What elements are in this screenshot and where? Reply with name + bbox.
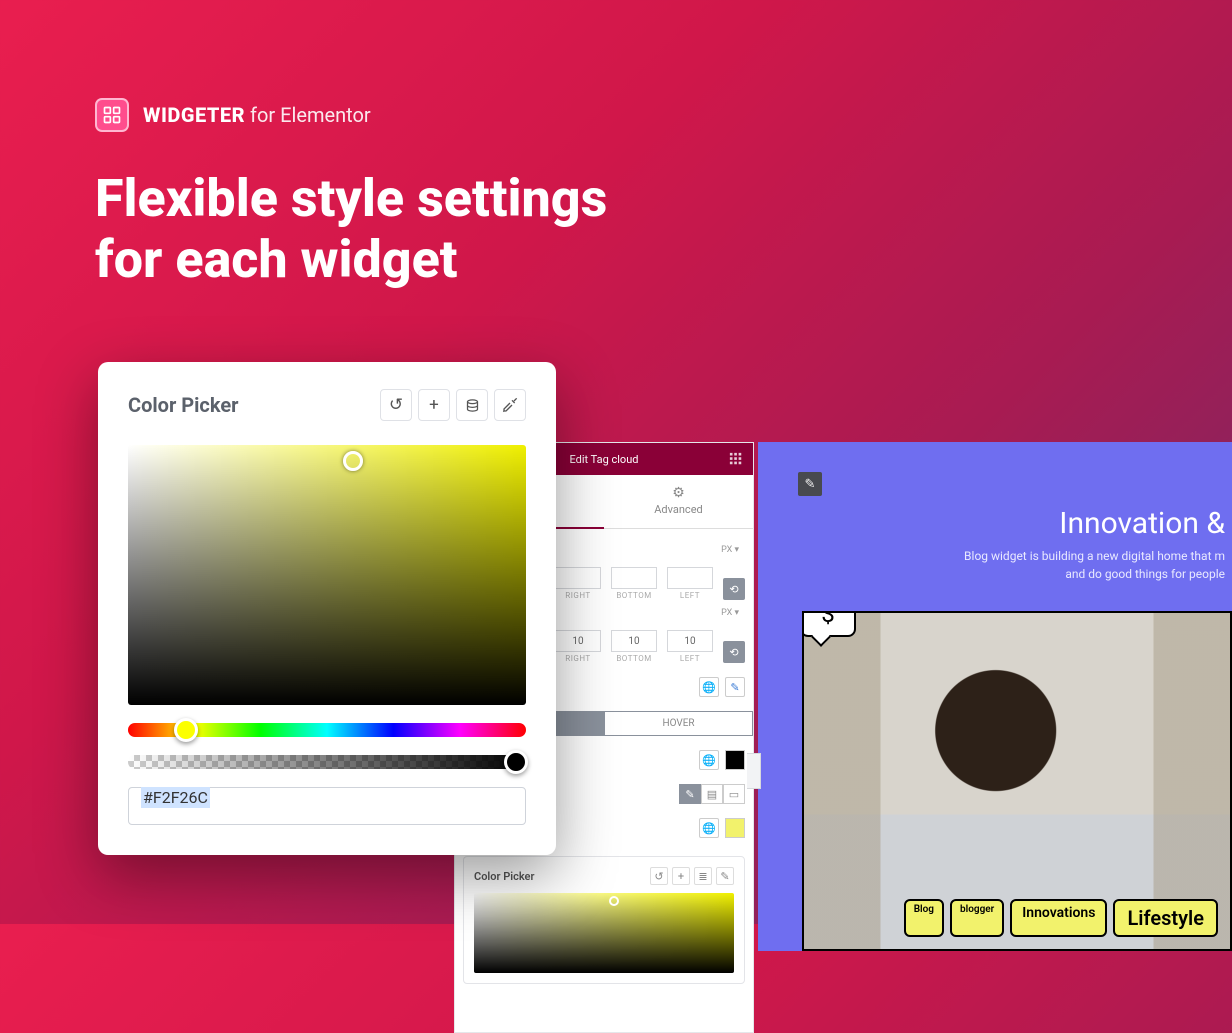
color-picker-card: Color Picker ↺ + #F2F26C (98, 362, 556, 855)
panel-title: Edit Tag cloud (570, 453, 639, 466)
grid-icon[interactable] (729, 452, 743, 466)
saturation-cursor[interactable] (343, 451, 363, 471)
undo-button[interactable]: ↺ (380, 389, 412, 421)
tag-item[interactable]: Blog (904, 899, 944, 937)
mini-cursor[interactable] (609, 896, 619, 906)
tag-item[interactable]: Lifestyle (1113, 899, 1218, 937)
globe-icon-3[interactable]: 🌐 (699, 818, 719, 838)
edit-handle-icon[interactable]: ✎ (798, 472, 822, 496)
brand-header: WIDGETER for Elementor (95, 98, 371, 132)
link-values-2[interactable]: ⟲ (723, 641, 745, 663)
stack-icon (465, 398, 480, 413)
tab-advanced[interactable]: ⚙ Advanced (604, 475, 753, 529)
bg-type-classic[interactable]: ✎ (679, 784, 701, 804)
dim-left-2[interactable]: 10 (667, 630, 713, 652)
bg-type-gradient[interactable]: ▤ (701, 784, 723, 804)
dim-right-1[interactable] (555, 567, 601, 589)
preview-title: Innovation & (788, 506, 1232, 541)
bg-type-video[interactable]: ▭ (723, 784, 745, 804)
preset-stack-button[interactable] (456, 389, 488, 421)
dim-bottom-1[interactable] (611, 567, 657, 589)
mini-eyedropper-button[interactable]: ✎ (716, 867, 734, 885)
brand-text: WIDGETER for Elementor (143, 103, 371, 127)
mini-add-button[interactable]: + (672, 867, 690, 885)
dim-left-1[interactable] (667, 567, 713, 589)
blog-card: $ Blog blogger Innovations Lifestyle (802, 611, 1232, 951)
add-button[interactable]: + (418, 389, 450, 421)
hue-slider[interactable] (128, 723, 526, 737)
headline-line2: for each widget (95, 229, 458, 290)
background-type-group: ✎ ▤ ▭ (679, 784, 745, 804)
panel-resize-handle[interactable] (747, 753, 761, 789)
color-picker-title: Color Picker (128, 393, 238, 417)
brand-name: WIDGETER (143, 103, 245, 127)
mini-picker-title: Color Picker (474, 870, 534, 883)
headline-line1: Flexible style settings (95, 168, 607, 229)
color-swatch-yellow[interactable] (725, 818, 745, 838)
alpha-slider[interactable] (128, 755, 526, 769)
link-values-1[interactable]: ⟲ (723, 578, 745, 600)
mini-color-picker: Color Picker ↺ + ≣ ✎ (463, 856, 745, 984)
tag-item[interactable]: blogger (950, 899, 1004, 937)
mini-stack-button[interactable]: ≣ (694, 867, 712, 885)
dollar-icon: $ (821, 611, 835, 628)
hex-input[interactable]: #F2F26C (128, 787, 526, 825)
dim-bottom-2[interactable]: 10 (611, 630, 657, 652)
edit-pencil-icon[interactable]: ✎ (725, 677, 745, 697)
page-headline: Flexible style settings for each widget (95, 168, 607, 291)
alpha-thumb[interactable] (504, 750, 528, 774)
tag-cloud: Blog blogger Innovations Lifestyle (904, 899, 1218, 937)
blog-preview: ✎ Innovation & Blog widget is building a… (758, 442, 1232, 951)
logo-icon (95, 98, 129, 132)
mini-saturation-field[interactable] (474, 893, 734, 973)
brand-suffix: for Elementor (250, 103, 371, 127)
hue-thumb[interactable] (174, 718, 198, 742)
globe-icon-2[interactable]: 🌐 (699, 750, 719, 770)
state-hover[interactable]: HOVER (604, 711, 753, 736)
saturation-field[interactable] (128, 445, 526, 705)
eyedropper-button[interactable] (494, 389, 526, 421)
mini-undo-button[interactable]: ↺ (650, 867, 668, 885)
gear-icon: ⚙ (604, 485, 753, 501)
color-swatch-black[interactable] (725, 750, 745, 770)
hex-value: #F2F26C (141, 787, 210, 808)
tag-item[interactable]: Innovations (1010, 899, 1107, 937)
globe-icon[interactable]: 🌐 (699, 677, 719, 697)
preview-subtitle: Blog widget is building a new digital ho… (788, 547, 1232, 583)
price-bubble: $ (802, 611, 856, 637)
color-picker-toolbar: ↺ + (380, 389, 526, 421)
dim-right-2[interactable]: 10 (555, 630, 601, 652)
eyedropper-icon (502, 397, 518, 413)
